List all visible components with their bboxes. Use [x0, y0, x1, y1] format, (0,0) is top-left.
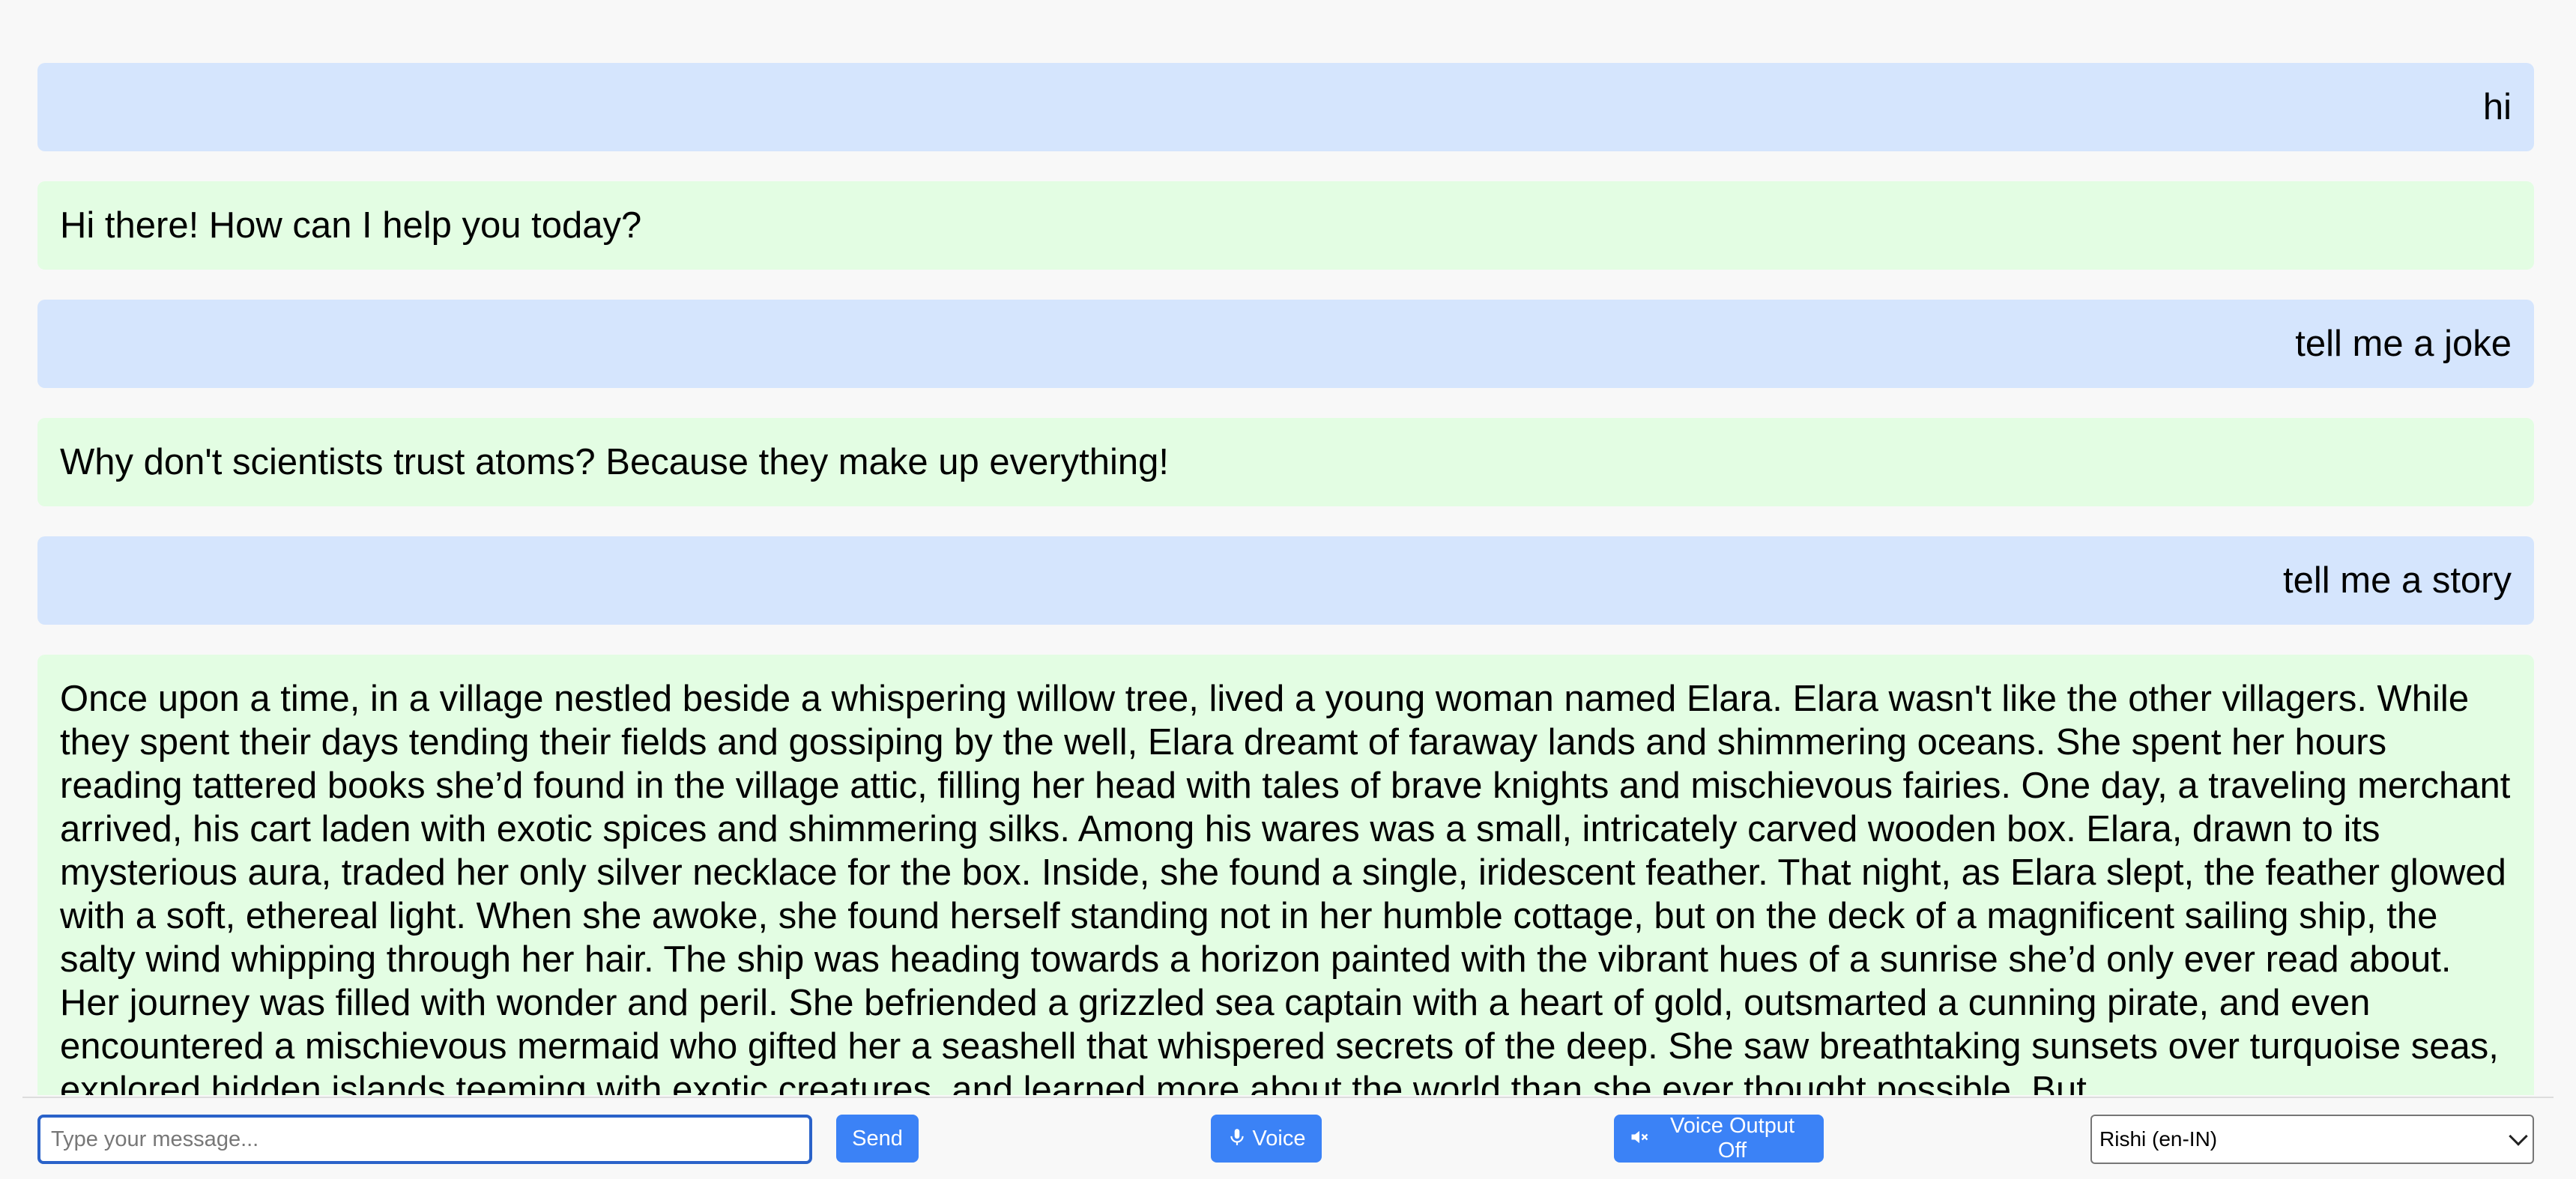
muted-speaker-icon: [1629, 1127, 1650, 1151]
input-bar: Send Voice Voice Output Off Rishi (en-IN…: [22, 1097, 2554, 1179]
message-text: Why don't scientists trust atoms? Becaus…: [60, 442, 1170, 482]
send-button-label: Send: [852, 1126, 903, 1151]
user-message: hi: [37, 63, 2534, 151]
microphone-icon: [1227, 1127, 1247, 1151]
message-text: Once upon a time, in a village nestled b…: [60, 679, 2511, 1095]
bot-message: Hi there! How can I help you today?: [37, 181, 2534, 270]
message-text: hi: [2482, 87, 2512, 127]
voice-output-label: Voice Output Off: [1669, 1114, 1795, 1163]
voice-output-toggle[interactable]: Voice Output Off: [1614, 1114, 1824, 1163]
chat-messages: hi Hi there! How can I help you today? t…: [37, 63, 2534, 1095]
bot-message: Once upon a time, in a village nestled b…: [37, 655, 2534, 1095]
user-message: tell me a story: [37, 536, 2534, 625]
voice-input-button[interactable]: Voice: [1211, 1115, 1322, 1163]
voice-select-value: Rishi (en-IN): [2099, 1127, 2218, 1151]
bot-message: Why don't scientists trust atoms? Becaus…: [37, 418, 2534, 506]
message-text: Hi there! How can I help you today?: [60, 205, 642, 246]
send-button[interactable]: Send: [836, 1115, 919, 1163]
chevron-down-icon: [2509, 1127, 2528, 1146]
message-text: tell me a story: [2283, 560, 2512, 601]
message-text: tell me a joke: [2295, 324, 2512, 364]
voice-select[interactable]: Rishi (en-IN): [2090, 1115, 2534, 1164]
message-input[interactable]: [37, 1115, 812, 1164]
user-message: tell me a joke: [37, 300, 2534, 388]
voice-button-label: Voice: [1252, 1126, 1306, 1151]
